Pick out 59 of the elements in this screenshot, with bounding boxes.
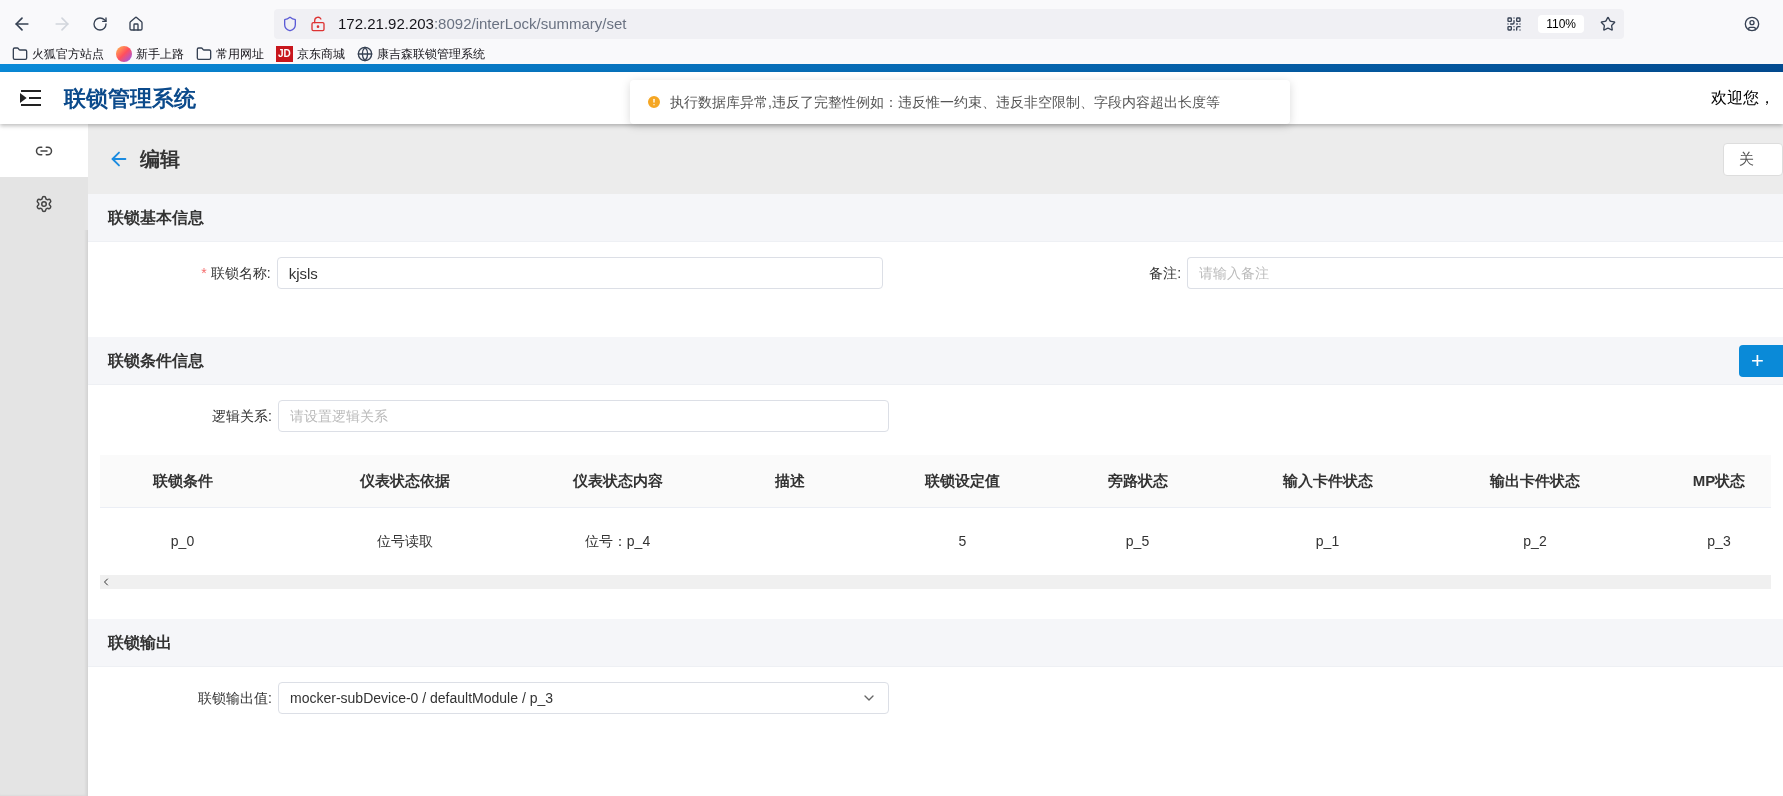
column-header: 描述 bbox=[775, 470, 805, 491]
bookmark-link[interactable]: 火狐官方站点 bbox=[32, 45, 104, 63]
section-title: 联锁基本信息 bbox=[108, 207, 204, 228]
globe-icon bbox=[356, 46, 373, 62]
qr-code-icon[interactable] bbox=[1506, 16, 1523, 32]
column-header: MP状态 bbox=[1692, 470, 1746, 491]
shield-icon bbox=[282, 16, 298, 32]
page-title: 编辑 bbox=[140, 147, 180, 172]
name-input[interactable]: kjsls bbox=[276, 257, 884, 289]
field-label: 联锁输出值: bbox=[198, 688, 272, 708]
settings-icon bbox=[35, 194, 53, 213]
column-header: 联锁条件 bbox=[152, 470, 213, 491]
url-text: 172.21.92.203:8092/interLock/summary/set bbox=[338, 13, 627, 34]
reload-icon[interactable] bbox=[92, 16, 108, 32]
account-icon[interactable] bbox=[1744, 16, 1760, 32]
folder-icon bbox=[12, 46, 28, 62]
lock-icon bbox=[310, 16, 326, 32]
warning-icon bbox=[646, 94, 662, 110]
toast-message: 执行数据库异常,违反了完整性例如：违反惟一约束、违反非空限制、字段内容超出长度等 bbox=[630, 80, 1290, 124]
welcome-text: 欢迎您， bbox=[1711, 88, 1775, 108]
menu-icon[interactable] bbox=[20, 89, 42, 107]
home-icon[interactable] bbox=[128, 16, 144, 32]
output-select[interactable]: mocker-subDevice-0 / defaultModule / p_3 bbox=[278, 682, 889, 714]
bookmark-link[interactable]: 京东商城 bbox=[296, 45, 345, 63]
add-button[interactable]: + bbox=[1739, 344, 1783, 377]
table-cell-text: 位号读取 bbox=[377, 532, 433, 551]
column-header: 输入卡件状态 bbox=[1282, 470, 1373, 491]
field-label: 备注: bbox=[1149, 263, 1182, 283]
browser-logo-icon bbox=[116, 46, 132, 62]
table-cell-text: p_2 bbox=[1523, 532, 1547, 551]
shop-logo-icon: JD bbox=[276, 46, 293, 62]
table-cell-text: 5 bbox=[958, 532, 967, 551]
bookmark-link[interactable]: 康吉森联锁管理系统 bbox=[376, 45, 485, 63]
table-cell-text: 位号：p_4 bbox=[584, 532, 651, 551]
column-header: 联锁设定值 bbox=[925, 470, 1000, 491]
app-title: 联锁管理系统 bbox=[64, 84, 196, 113]
table-cell-text: p_3 bbox=[1707, 532, 1731, 551]
bookmark-link[interactable]: 新手上路 bbox=[136, 45, 184, 63]
star-icon[interactable] bbox=[1600, 16, 1616, 32]
column-header: 旁路状态 bbox=[1107, 470, 1168, 491]
field-label: 逻辑关系: bbox=[212, 406, 272, 426]
address-bar[interactable]: 172.21.92.203:8092/interLock/summary/set 110% bbox=[274, 9, 1624, 39]
remark-input[interactable]: 请输入备注 bbox=[1187, 257, 1783, 289]
section-title: 联锁条件信息 bbox=[108, 350, 204, 371]
required-mark: * bbox=[201, 263, 207, 283]
column-header: 仪表状态内容 bbox=[572, 470, 663, 491]
column-header: 输出卡件状态 bbox=[1490, 470, 1580, 491]
table-cell-text: p_5 bbox=[1125, 532, 1150, 551]
zoom-level[interactable]: 110% bbox=[1538, 15, 1584, 33]
section-title: 联锁输出 bbox=[108, 632, 172, 653]
column-header: 仪表状态依据 bbox=[360, 470, 450, 491]
logic-input[interactable]: 请设置逻辑关系 bbox=[278, 400, 889, 432]
folder-icon bbox=[196, 46, 212, 62]
bookmark-link[interactable]: 常用网址 bbox=[216, 45, 264, 63]
table-cell-text: p_1 bbox=[1315, 532, 1340, 551]
table-cell-text: p_0 bbox=[170, 532, 195, 551]
field-label: 联锁名称: bbox=[210, 263, 271, 283]
close-button[interactable]: 关 bbox=[1723, 142, 1783, 176]
horizontal-scrollbar[interactable] bbox=[100, 575, 1771, 589]
